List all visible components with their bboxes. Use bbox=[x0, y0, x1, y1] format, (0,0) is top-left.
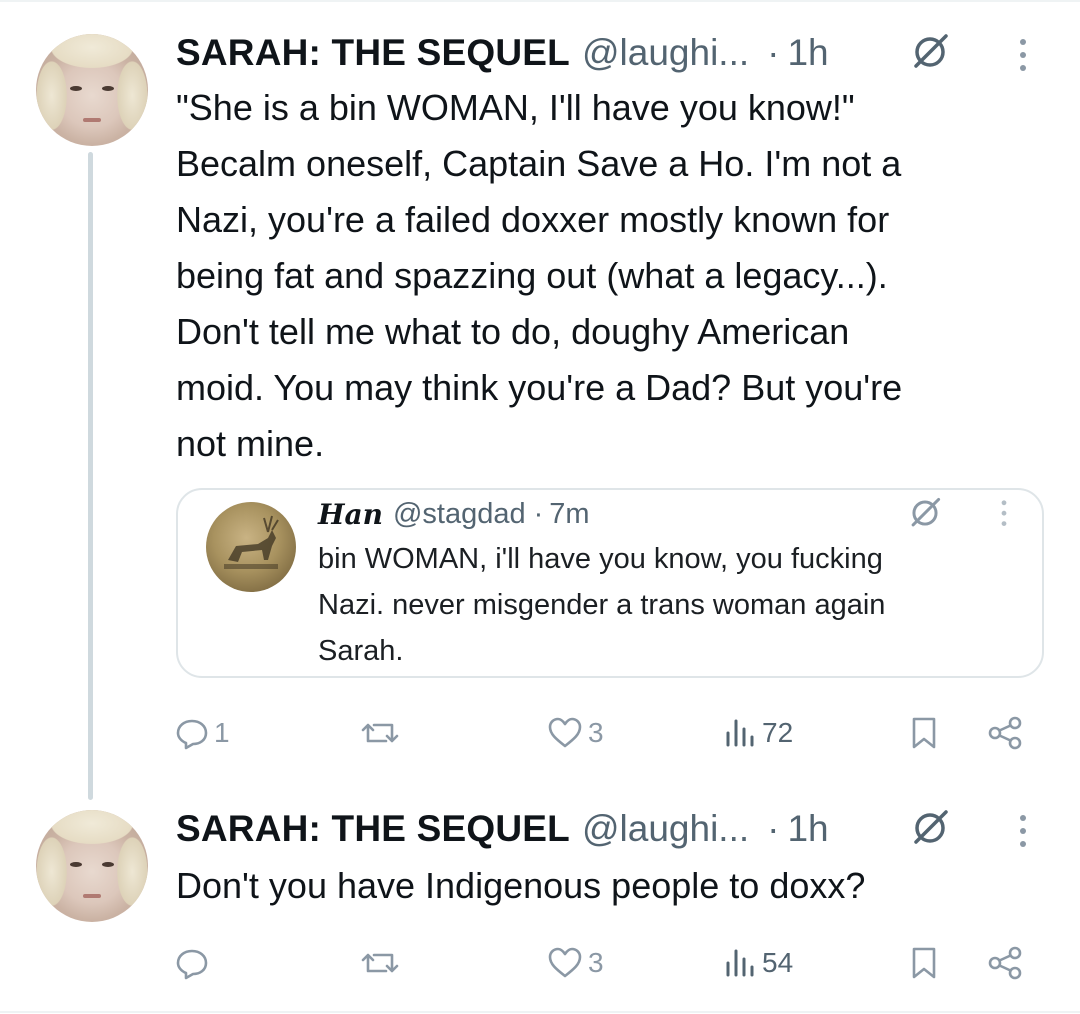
quoted-tweet-text: bin WOMAN, i'll have you know, you fucki… bbox=[318, 543, 886, 667]
tweet-actions: 1 3 72 bbox=[172, 708, 1032, 758]
retweet-icon bbox=[361, 723, 399, 743]
like-button[interactable]: 3 bbox=[546, 938, 604, 988]
tweet-header: SARAH: THE SEQUEL @laughi... · 1h bbox=[176, 804, 829, 854]
retweet-button[interactable] bbox=[360, 708, 404, 758]
reply-button[interactable] bbox=[174, 938, 214, 988]
quoted-avatar bbox=[206, 502, 296, 592]
retweet-button[interactable] bbox=[360, 938, 404, 988]
thread-connector bbox=[88, 152, 93, 800]
more-icon[interactable] bbox=[1018, 812, 1028, 852]
avatar[interactable] bbox=[36, 810, 148, 922]
display-name[interactable]: SARAH: THE SEQUEL bbox=[176, 808, 570, 850]
share-icon bbox=[988, 946, 1022, 980]
like-count: 3 bbox=[588, 947, 604, 978]
retweet-icon bbox=[361, 953, 399, 973]
share-icon bbox=[988, 716, 1022, 750]
quoted-display-name[interactable]: Han bbox=[318, 498, 383, 531]
reply-icon bbox=[176, 949, 208, 980]
grok-icon[interactable] bbox=[910, 808, 950, 848]
view-count: 54 bbox=[762, 947, 794, 978]
like-button[interactable]: 3 bbox=[546, 708, 604, 758]
share-button[interactable] bbox=[986, 708, 1024, 758]
views-button[interactable]: 54 bbox=[722, 938, 793, 988]
tweet-text: Don't you have Indigenous people to doxx… bbox=[176, 865, 866, 906]
reply-button[interactable]: 1 bbox=[174, 708, 230, 758]
bookmark-icon bbox=[912, 717, 936, 749]
share-button[interactable] bbox=[986, 938, 1024, 988]
more-icon[interactable] bbox=[1000, 498, 1008, 530]
reply-count: 1 bbox=[214, 717, 230, 748]
view-count: 72 bbox=[762, 717, 794, 748]
bookmark-icon bbox=[912, 947, 936, 979]
reply-icon bbox=[176, 719, 208, 750]
bookmark-button[interactable] bbox=[908, 708, 940, 758]
avatar[interactable] bbox=[36, 34, 148, 146]
bookmark-button[interactable] bbox=[908, 938, 940, 988]
display-name[interactable]: SARAH: THE SEQUEL bbox=[176, 32, 570, 74]
user-handle[interactable]: @laughi... bbox=[582, 32, 749, 74]
like-count: 3 bbox=[588, 717, 604, 748]
tweet-actions: 3 54 bbox=[172, 938, 1032, 988]
timestamp[interactable]: 1h bbox=[787, 808, 828, 850]
tweet-header: SARAH: THE SEQUEL @laughi... · 1h bbox=[176, 28, 829, 78]
quoted-handle[interactable]: @stagdad bbox=[393, 498, 526, 531]
more-icon[interactable] bbox=[1018, 36, 1028, 76]
quoted-timestamp[interactable]: 7m bbox=[549, 498, 589, 531]
separator-dot: · bbox=[533, 497, 544, 530]
quoted-tweet-card[interactable]: Han @stagdad · 7m bin WOMAN, i'll have y… bbox=[176, 488, 1044, 678]
timestamp[interactable]: 1h bbox=[787, 32, 828, 74]
like-icon bbox=[548, 717, 582, 748]
bottom-divider bbox=[0, 1011, 1080, 1013]
top-divider bbox=[0, 0, 1080, 2]
grok-icon[interactable] bbox=[908, 496, 942, 530]
user-handle[interactable]: @laughi... bbox=[582, 808, 749, 850]
views-button[interactable]: 72 bbox=[722, 708, 793, 758]
separator-dot: · bbox=[767, 808, 780, 849]
grok-icon[interactable] bbox=[910, 32, 950, 72]
like-icon bbox=[548, 947, 582, 978]
quoted-header: Han @stagdad · 7m bbox=[318, 494, 590, 534]
tweet-text: "She is a bin WOMAN, I'll have you know!… bbox=[176, 87, 903, 464]
views-icon bbox=[726, 719, 754, 747]
separator-dot: · bbox=[767, 32, 780, 73]
views-icon bbox=[726, 949, 754, 977]
